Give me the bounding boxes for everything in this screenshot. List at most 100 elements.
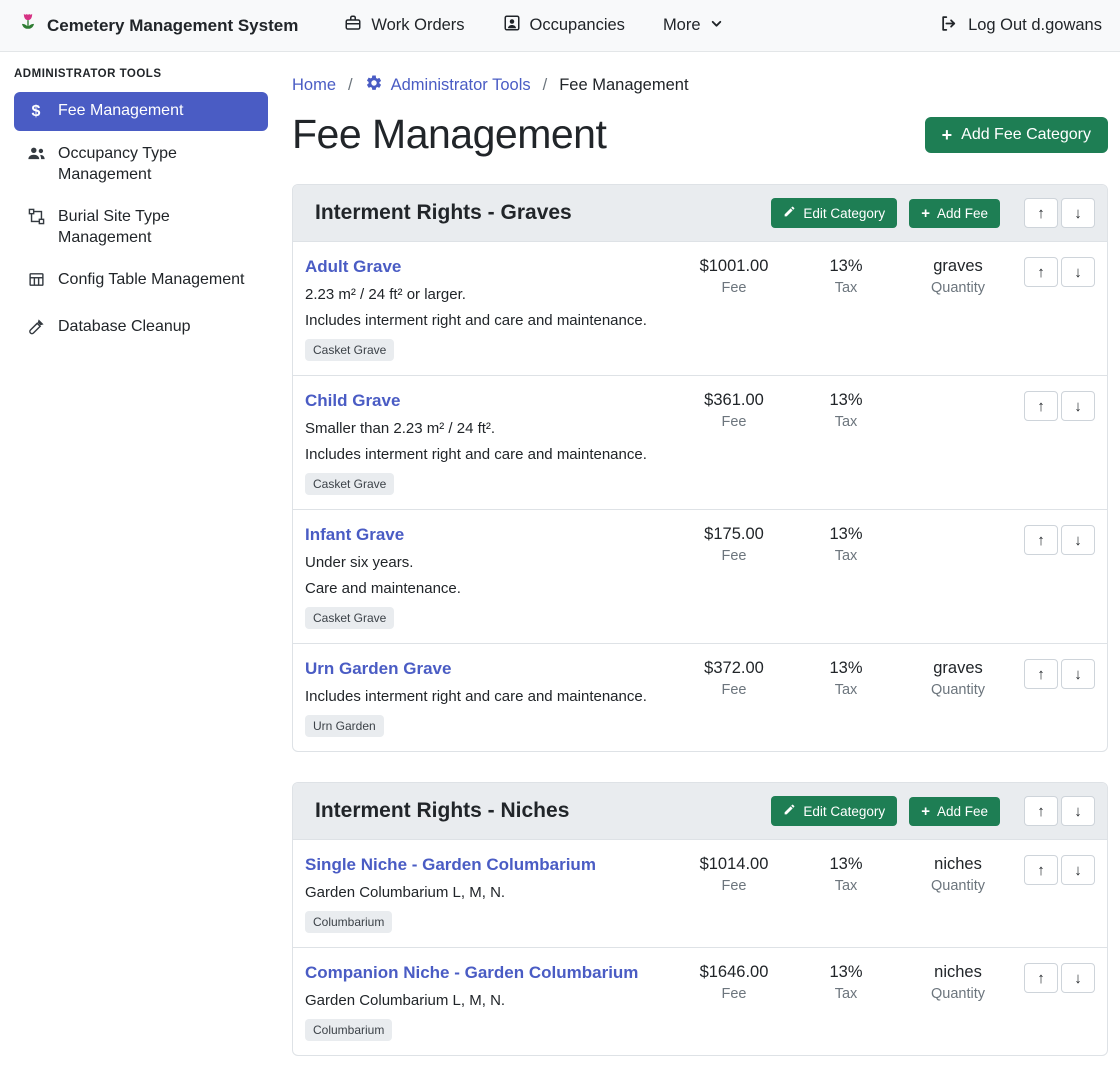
sidebar-item-config-table-management[interactable]: Config Table Management <box>14 261 268 303</box>
move-fee-down-button[interactable]: ↓ <box>1061 391 1095 421</box>
edit-category-label: Edit Category <box>803 206 885 221</box>
move-fee-up-button[interactable]: ↑ <box>1024 659 1058 689</box>
move-fee-up-button[interactable]: ↑ <box>1024 391 1058 421</box>
move-fee-down-button[interactable]: ↓ <box>1061 525 1095 555</box>
category-title: Interment Rights - Graves <box>305 201 763 225</box>
move-fee-up-button[interactable]: ↑ <box>1024 525 1058 555</box>
fee-name-link[interactable]: Child Grave <box>305 391 400 411</box>
nav-occupancies-label: Occupancies <box>530 16 625 35</box>
fee-description: 2.23 m² / 24 ft² or larger. <box>305 286 671 303</box>
table-icon <box>26 271 46 294</box>
add-fee-button[interactable]: + Add Fee <box>909 797 1000 826</box>
fee-name-link[interactable]: Companion Niche - Garden Columbarium <box>305 963 638 983</box>
category-title: Interment Rights - Niches <box>305 799 763 823</box>
move-fee-up-button[interactable]: ↑ <box>1024 257 1058 287</box>
add-fee-label: Add Fee <box>937 206 988 221</box>
add-fee-category-button[interactable]: + Add Fee Category <box>925 117 1108 153</box>
fee-category-card: Interment Rights - Graves Edit Category … <box>292 184 1108 752</box>
sidebar-item-label: Burial Site Type Management <box>58 207 256 248</box>
fee-quantity: niches Quantity <box>903 855 1013 894</box>
nav-more[interactable]: More <box>663 16 723 35</box>
fee-name-link[interactable]: Urn Garden Grave <box>305 659 451 679</box>
nav-work-orders[interactable]: Work Orders <box>344 14 464 37</box>
fee-amount: $361.00 Fee <box>679 391 789 430</box>
breadcrumb-separator: / <box>543 76 548 95</box>
sidebar-item-label: Fee Management <box>58 101 183 121</box>
add-fee-label: Add Fee <box>937 804 988 819</box>
fee-row: Single Niche - Garden Columbarium Garden… <box>293 839 1107 947</box>
work-orders-icon <box>344 14 362 37</box>
logout-button[interactable]: Log Out d.gowans <box>940 14 1102 38</box>
fee-type-badge: Casket Grave <box>305 473 394 495</box>
app-brand[interactable]: Cemetery Management System <box>18 12 298 39</box>
fee-row: Infant Grave Under six years. Care and m… <box>293 509 1107 643</box>
breadcrumb-admin-tools-link[interactable]: Administrator Tools <box>365 74 531 97</box>
occupancies-icon <box>503 14 521 37</box>
logout-label: Log Out d.gowans <box>968 16 1102 35</box>
sidebar-item-occupancy-type-management[interactable]: Occupancy Type Management <box>14 135 268 194</box>
sidebar-item-label: Database Cleanup <box>58 317 191 337</box>
edit-category-button[interactable]: Edit Category <box>771 198 897 228</box>
move-fee-down-button[interactable]: ↓ <box>1061 855 1095 885</box>
fee-quantity: graves Quantity <box>903 659 1013 698</box>
move-category-down-button[interactable]: ↓ <box>1061 796 1095 826</box>
nav-occupancies[interactable]: Occupancies <box>503 14 625 37</box>
sidebar-item-label: Config Table Management <box>58 270 245 290</box>
move-category-up-button[interactable]: ↑ <box>1024 796 1058 826</box>
fee-amount: $372.00 Fee <box>679 659 789 698</box>
breadcrumb: Home / Administrator Tools / Fee Managem… <box>292 74 1108 97</box>
fee-description: Includes interment right and care and ma… <box>305 688 671 705</box>
fee-tax: 13% Tax <box>797 659 895 698</box>
move-fee-up-button[interactable]: ↑ <box>1024 855 1058 885</box>
plus-icon: + <box>942 126 953 144</box>
fee-name-link[interactable]: Single Niche - Garden Columbarium <box>305 855 596 875</box>
fee-tax: 13% Tax <box>797 855 895 894</box>
tulip-logo-icon <box>18 12 38 39</box>
sidebar-header: ADMINISTRATOR TOOLS <box>14 68 268 80</box>
fee-name-link[interactable]: Adult Grave <box>305 257 401 277</box>
sidebar-item-database-cleanup[interactable]: Database Cleanup <box>14 308 268 350</box>
move-fee-down-button[interactable]: ↓ <box>1061 659 1095 689</box>
breadcrumb-separator: / <box>348 76 353 95</box>
edit-category-button[interactable]: Edit Category <box>771 796 897 826</box>
fee-quantity: niches Quantity <box>903 963 1013 1002</box>
fee-category-card: Interment Rights - Niches Edit Category … <box>292 782 1108 1056</box>
fee-description: Under six years. <box>305 554 671 571</box>
fee-description: Garden Columbarium L, M, N. <box>305 992 671 1009</box>
fee-row: Child Grave Smaller than 2.23 m² / 24 ft… <box>293 375 1107 509</box>
edit-category-label: Edit Category <box>803 804 885 819</box>
dollar-icon: $ <box>26 102 46 122</box>
sidebar-item-fee-management[interactable]: $ Fee Management <box>14 92 268 131</box>
fee-description: Includes interment right and care and ma… <box>305 312 671 329</box>
broom-icon <box>26 318 46 341</box>
move-category-down-button[interactable]: ↓ <box>1061 198 1095 228</box>
fee-tax: 13% Tax <box>797 391 895 430</box>
fee-type-badge: Columbarium <box>305 1019 392 1041</box>
users-icon <box>26 145 46 167</box>
fee-description: Garden Columbarium L, M, N. <box>305 884 671 901</box>
fee-amount: $1014.00 Fee <box>679 855 789 894</box>
top-navbar: Cemetery Management System Work Orders <box>0 0 1120 52</box>
nav-more-label: More <box>663 16 701 35</box>
add-fee-category-label: Add Fee Category <box>961 126 1091 144</box>
sidebar-item-burial-site-type-management[interactable]: Burial Site Type Management <box>14 198 268 257</box>
add-fee-button[interactable]: + Add Fee <box>909 199 1000 228</box>
move-fee-down-button[interactable]: ↓ <box>1061 963 1095 993</box>
fee-type-badge: Casket Grave <box>305 607 394 629</box>
fee-amount: $1646.00 Fee <box>679 963 789 1002</box>
chevron-down-icon <box>710 16 723 35</box>
fee-name-link[interactable]: Infant Grave <box>305 525 404 545</box>
fee-amount: $175.00 Fee <box>679 525 789 564</box>
gear-icon <box>365 74 383 97</box>
page-title: Fee Management <box>292 111 606 158</box>
site-frame-icon <box>26 208 46 231</box>
app-title: Cemetery Management System <box>47 16 298 36</box>
fee-type-badge: Columbarium <box>305 911 392 933</box>
fee-description: Care and maintenance. <box>305 580 671 597</box>
breadcrumb-home-link[interactable]: Home <box>292 76 336 95</box>
move-category-up-button[interactable]: ↑ <box>1024 198 1058 228</box>
move-fee-up-button[interactable]: ↑ <box>1024 963 1058 993</box>
move-fee-down-button[interactable]: ↓ <box>1061 257 1095 287</box>
pencil-icon <box>783 803 796 819</box>
fee-row: Urn Garden Grave Includes interment righ… <box>293 643 1107 751</box>
